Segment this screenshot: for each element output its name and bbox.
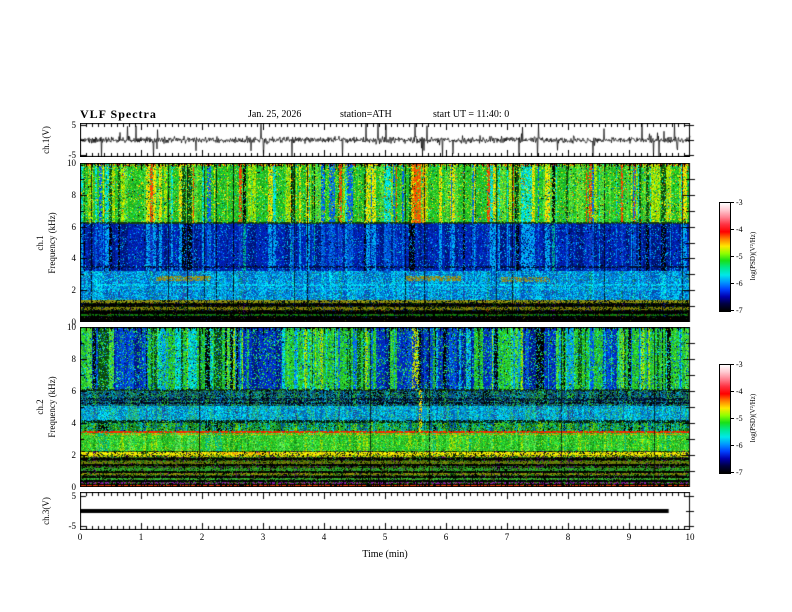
colorbar-tick-label: -7 [736, 306, 743, 315]
colorbar-tick-label: -6 [736, 441, 743, 450]
colorbar-tick [730, 472, 734, 473]
colorbar-tick-label: -4 [736, 225, 743, 234]
ch2-spec-channel-label: ch.2 [35, 399, 45, 415]
colorbar-tick-label: -7 [736, 468, 743, 477]
spec1-y-tick-label: 4 [71, 253, 77, 264]
spec2-y-tick-label: 6 [71, 386, 77, 396]
x-tick-label: 5 [382, 532, 388, 542]
colorbar-tick [730, 391, 734, 392]
spec1-y-tick-label: 6 [71, 221, 77, 232]
ch1-wave-y-tick-label: -5 [68, 149, 77, 160]
colorbar-ch2 [719, 364, 731, 474]
colorbar-ch1-label: log(PSD)(V²/Hz) [749, 231, 757, 281]
spec1-y-tick-label: 2 [71, 285, 77, 296]
colorbar-tick [730, 202, 734, 203]
vlf-spectra-figure: VLF Spectra Jan. 25, 2026 station=ATH st… [0, 0, 792, 612]
colorbar-tick-label: -5 [736, 252, 743, 261]
colorbar-tick [730, 229, 734, 230]
colorbar-tick-label: -3 [736, 198, 743, 207]
ch3-waveform-plot [80, 492, 698, 530]
x-tick-label: 9 [626, 532, 632, 542]
x-tick-label: 0 [77, 532, 83, 542]
colorbar-tick [730, 418, 734, 419]
colorbar-tick [730, 256, 734, 257]
x-tick-label: 2 [199, 532, 205, 542]
ch1-waveform-plot [80, 123, 698, 157]
spec2-y-tick-label: 4 [71, 418, 77, 428]
header-station: station=ATH [340, 109, 392, 120]
header-date: Jan. 25, 2026 [248, 109, 302, 120]
ch3-y-tick-label: -5 [68, 521, 77, 532]
colorbar-tick [730, 445, 734, 446]
x-tick-label: 1 [138, 532, 144, 542]
colorbar-tick [730, 310, 734, 311]
x-tick-label: 8 [565, 532, 571, 542]
ch1-voltage-axis-label: ch.1(V) [41, 126, 51, 154]
colorbar-ch1 [719, 202, 731, 312]
ch2-spectrogram [80, 327, 698, 487]
spec2-y-tick-label: 2 [71, 450, 77, 460]
x-tick-label: 10 [685, 532, 695, 542]
colorbar-ch2-label: log(PSD)(V²/Hz) [749, 393, 757, 443]
spec2-y-tick-label: 10 [67, 322, 76, 332]
spec1-y-tick-label: 8 [71, 189, 77, 200]
x-tick-label: 3 [260, 532, 266, 542]
colorbar-tick-label: -5 [736, 414, 743, 423]
ch1-spec-channel-label: ch.1 [35, 235, 45, 251]
spec2-y-tick-label: 8 [71, 354, 77, 364]
colorbar-tick-label: -4 [736, 387, 743, 396]
ch3-y-tick-label: 5 [71, 490, 77, 501]
x-tick-label: 7 [504, 532, 510, 542]
ch1-spectrogram [80, 163, 698, 322]
time-axis-label: Time (min) [362, 549, 408, 560]
page-title: VLF Spectra [80, 107, 157, 121]
ch3-voltage-axis-label: ch.3(V) [41, 497, 51, 525]
colorbar-tick-label: -3 [736, 360, 743, 369]
ch1-wave-y-tick-label: 5 [71, 120, 77, 131]
colorbar-tick [730, 283, 734, 284]
colorbar-tick-label: -6 [736, 279, 743, 288]
colorbar-tick [730, 364, 734, 365]
x-tick-label: 6 [443, 532, 449, 542]
header-start-ut: start UT = 11:40: 0 [433, 109, 510, 120]
x-tick-label: 4 [321, 532, 327, 542]
